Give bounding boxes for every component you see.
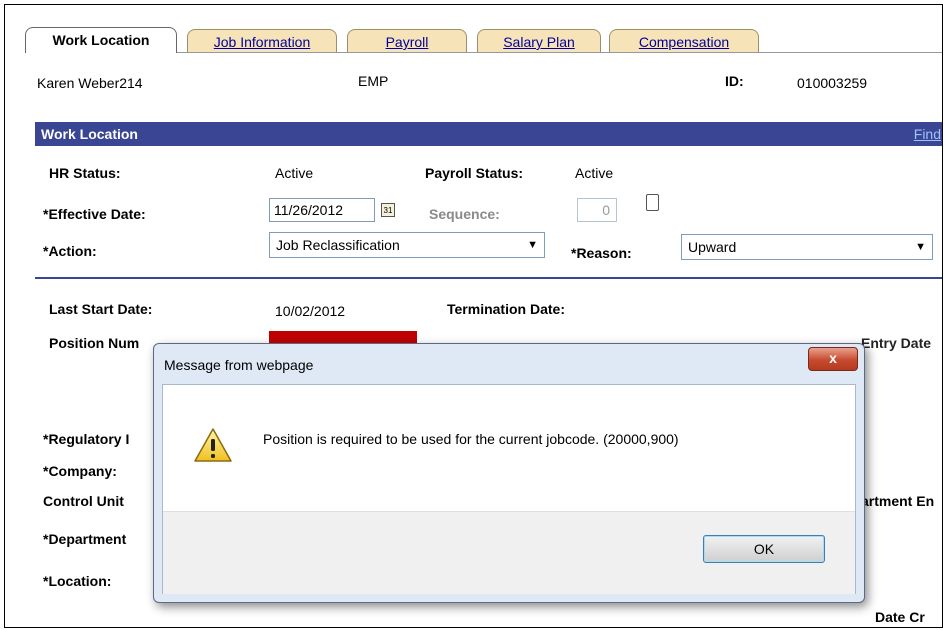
tab-salary-plan[interactable]: Salary Plan (477, 29, 601, 53)
tab-underline (177, 52, 942, 53)
position-number-label: Position Num (49, 335, 140, 351)
browser-frame: Work Location Job Information Payroll Sa… (4, 4, 943, 628)
close-button[interactable]: x (808, 347, 858, 371)
action-select[interactable]: Job Reclassification ▼ (269, 232, 545, 258)
warning-icon (194, 428, 232, 462)
tab-job-information[interactable]: Job Information (187, 29, 337, 53)
payroll-status-label: Payroll Status: (425, 165, 524, 181)
dialog-body: Position is required to be used for the … (162, 384, 856, 594)
dialog-footer: OK (163, 511, 855, 594)
dialog-message: Position is required to be used for the … (263, 431, 679, 447)
find-link[interactable]: Find (914, 122, 941, 146)
tab-compensation[interactable]: Compensation (609, 29, 759, 53)
position-entry-date-label: Entry Date (861, 335, 932, 351)
effective-date-label: *Effective Date: (43, 206, 146, 222)
last-start-date-label: Last Start Date: (49, 301, 153, 317)
dialog-title: Message from webpage (164, 357, 314, 373)
action-label: *Action: (43, 243, 97, 259)
payroll-status-value: Active (575, 165, 614, 181)
last-start-date-value: 10/02/2012 (275, 303, 346, 319)
calendar-icon[interactable]: 31 (381, 203, 395, 217)
location-label: *Location: (43, 573, 112, 589)
sequence-label: Sequence: (429, 206, 500, 222)
reason-select[interactable]: Upward ▼ (681, 234, 933, 260)
employee-type: EMP (358, 73, 389, 89)
id-label: ID: (725, 73, 744, 89)
employee-name: Karen Weber214 (37, 75, 143, 91)
date-created-label: Date Cr (875, 609, 925, 625)
regulatory-region-label: *Regulatory I (43, 431, 130, 447)
chevron-down-icon: ▼ (915, 241, 926, 253)
action-select-value: Job Reclassification (276, 237, 400, 253)
termination-date-label: Termination Date: (447, 301, 565, 317)
section-header: Work Location Find (35, 122, 942, 146)
department-label: *Department (43, 531, 127, 547)
reason-select-value: Upward (688, 239, 737, 255)
section-title: Work Location (41, 126, 138, 142)
notepad-icon[interactable] (646, 194, 659, 211)
position-number-field[interactable] (269, 331, 417, 343)
tab-payroll[interactable]: Payroll (347, 29, 467, 53)
ok-button[interactable]: OK (703, 535, 825, 563)
hr-status-value: Active (275, 165, 314, 181)
effective-date-input[interactable]: 11/26/2012 (269, 198, 375, 222)
reason-label: *Reason: (571, 245, 632, 261)
section-divider (35, 277, 942, 279)
chevron-down-icon: ▼ (527, 239, 538, 251)
department-entry-label: artment En (861, 493, 935, 509)
tab-work-location[interactable]: Work Location (25, 27, 177, 53)
company-label: *Company: (43, 463, 117, 479)
close-icon: x (829, 350, 837, 366)
id-value: 010003259 (797, 75, 868, 91)
message-dialog: Message from webpage x Position is requi… (153, 343, 865, 603)
control-unit-label: Control Unit (43, 493, 124, 509)
sequence-input: 0 (577, 198, 617, 222)
hr-status-label: HR Status: (49, 165, 121, 181)
